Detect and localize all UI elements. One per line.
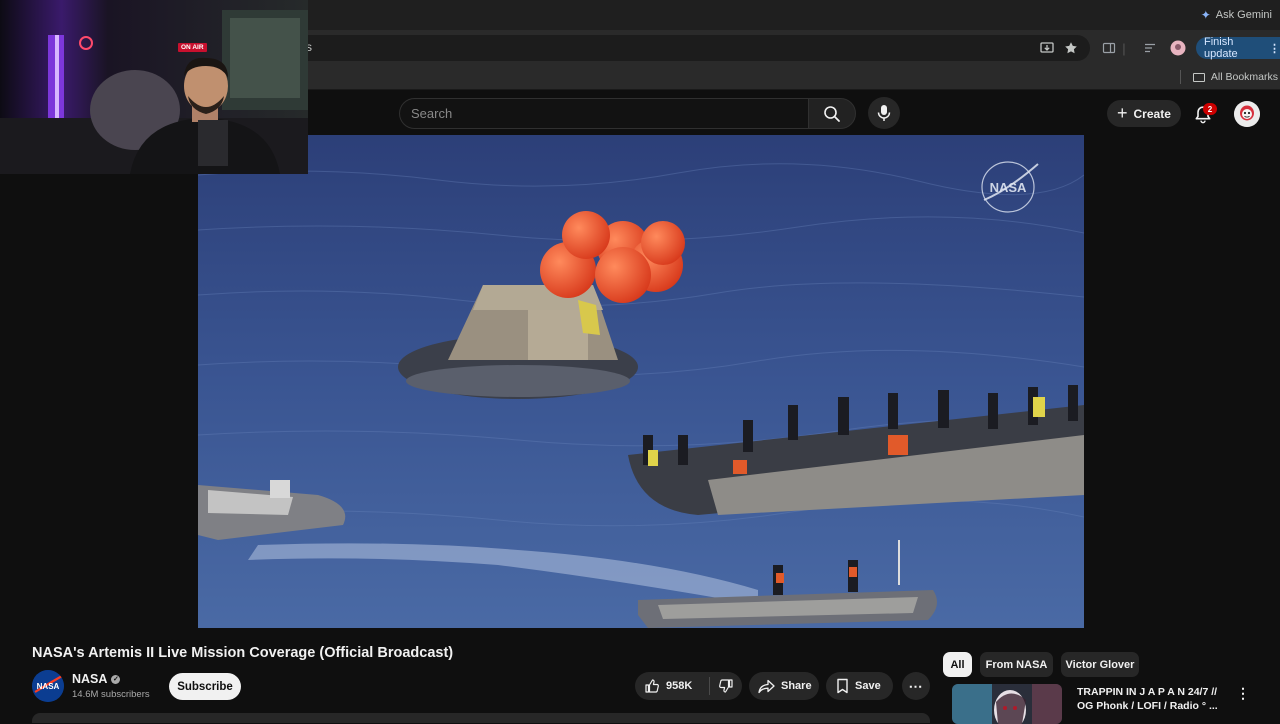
verified-check-icon: ✓: [111, 674, 121, 684]
voice-search-button[interactable]: [868, 97, 900, 129]
toolbar-separator: |: [1122, 40, 1126, 56]
plus-icon: +: [1117, 102, 1128, 123]
more-actions-button[interactable]: ⋯: [902, 672, 930, 700]
install-app-icon[interactable]: [1038, 39, 1056, 57]
recommendation-thumbnail[interactable]: [952, 684, 1062, 724]
channel-avatar[interactable]: NASA: [32, 670, 64, 702]
folder-icon: [1192, 72, 1205, 82]
save-button[interactable]: Save: [826, 672, 893, 700]
nasa-logo-icon: NASA: [32, 670, 64, 702]
ask-gemini-button[interactable]: ✦ Ask Gemini: [1193, 4, 1280, 26]
thumbs-up-icon: [645, 679, 659, 693]
webcam-feed: [0, 0, 308, 174]
search-button[interactable]: [808, 98, 856, 129]
all-bookmarks-button[interactable]: All Bookmarks: [1179, 68, 1280, 86]
share-label: Share: [781, 680, 812, 692]
nasa-watermark-text: NASA: [990, 180, 1027, 195]
finish-update-label: Finish update: [1204, 36, 1238, 60]
like-button[interactable]: 958K: [635, 672, 708, 700]
finish-update-button[interactable]: Finish update ⋮: [1196, 36, 1280, 60]
chip-all[interactable]: All: [943, 652, 972, 677]
account-avatar[interactable]: [1234, 101, 1260, 127]
share-button[interactable]: Share: [749, 672, 819, 700]
nasa-watermark: NASA: [978, 160, 1040, 214]
ask-gemini-label: Ask Gemini: [1215, 9, 1272, 21]
description-box[interactable]: [32, 713, 930, 723]
create-label: Create: [1133, 106, 1171, 121]
channel-name-link[interactable]: NASA ✓: [72, 672, 121, 686]
search-icon: [824, 105, 840, 122]
share-arrow-icon: [758, 679, 775, 693]
bookmark-icon: [837, 678, 848, 694]
gemini-sparkle-icon: ✦: [1200, 8, 1211, 22]
on-air-sign: ON AIR: [178, 43, 207, 52]
subscriber-count: 14.6M subscribers: [72, 689, 150, 700]
chip-victor-glover[interactable]: Victor Glover: [1061, 652, 1139, 677]
avatar-icon: [1234, 101, 1260, 127]
dislike-button[interactable]: [711, 672, 741, 700]
video-player[interactable]: [198, 135, 1084, 628]
bookmark-star-icon[interactable]: [1062, 39, 1080, 57]
address-bar[interactable]: [290, 35, 1090, 61]
thumbs-down-icon: [719, 679, 733, 693]
like-divider: [709, 677, 710, 695]
mic-icon: [877, 105, 891, 121]
notification-count-badge: 2: [1203, 103, 1217, 115]
like-count: 958K: [666, 680, 693, 692]
all-bookmarks-label: All Bookmarks: [1210, 71, 1278, 83]
recommendation-title[interactable]: TRAPPIN IN J A P A N 24/7 // OG Phonk / …: [1077, 685, 1227, 713]
chip-from-nasa[interactable]: From NASA: [980, 652, 1053, 677]
side-panel-icon[interactable]: [1100, 39, 1118, 57]
profile-icon[interactable]: [1169, 39, 1187, 57]
recommendation-menu-button[interactable]: ⋮: [1235, 684, 1251, 702]
nasa-logo-text: NASA: [37, 682, 60, 691]
channel-name: NASA: [72, 672, 108, 686]
video-frame: [198, 135, 1084, 628]
more-horizontal-icon: ⋯: [908, 677, 924, 694]
search-input[interactable]: [411, 99, 791, 128]
video-title: NASA's Artemis II Live Mission Coverage …: [32, 645, 454, 661]
search-box: [399, 98, 809, 129]
thumbnail-image: [952, 684, 1062, 724]
bookmarks-separator: [1179, 70, 1181, 84]
kebab-menu-icon: ⋮: [1269, 42, 1280, 55]
kebab-menu-icon: ⋮: [1236, 684, 1250, 701]
reading-list-icon[interactable]: [1141, 39, 1159, 57]
subscribe-button[interactable]: Subscribe: [169, 673, 241, 700]
create-button[interactable]: + Create: [1107, 100, 1181, 127]
save-label: Save: [855, 680, 881, 692]
streamer-webcam-overlay: [0, 0, 308, 174]
